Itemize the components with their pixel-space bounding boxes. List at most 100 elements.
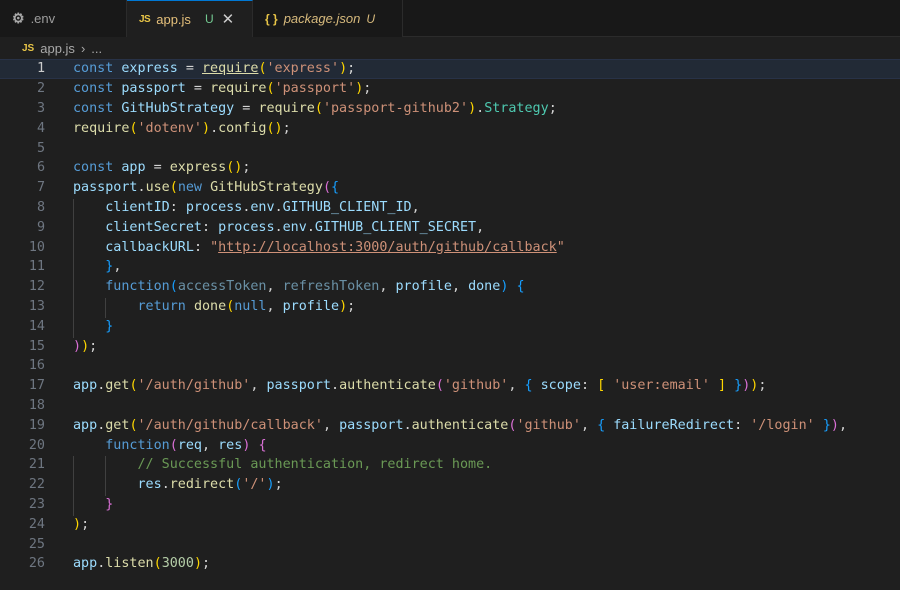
code-token: (	[129, 120, 138, 136]
json-icon: { }	[265, 11, 278, 26]
code-line[interactable]: 22 res.redirect('/');	[0, 475, 900, 495]
code-line[interactable]: 16	[0, 356, 900, 376]
code-token: {	[516, 279, 525, 295]
code-line[interactable]: 14 }	[0, 316, 900, 336]
line-number: 13	[28, 298, 45, 314]
code-token: GITHUB_CLIENT_SECRET	[314, 219, 477, 235]
code-text: ));	[73, 339, 97, 354]
line-number: 10	[28, 239, 45, 255]
code-token: {	[524, 378, 533, 394]
tab-package-json[interactable]: { } package.json U	[253, 0, 403, 37]
line-number: 9	[36, 219, 45, 235]
code-token: clientID	[105, 199, 170, 215]
code-line[interactable]: 23 }	[0, 495, 900, 515]
code-token: get	[105, 417, 130, 433]
code-line[interactable]: 18	[0, 396, 900, 416]
code-token: .	[137, 180, 146, 196]
breadcrumb-file[interactable]: app.js	[40, 41, 75, 56]
code-token: )	[266, 477, 275, 493]
code-line[interactable]: 15));	[0, 336, 900, 356]
code-line[interactable]: 8 clientID: process.env.GITHUB_CLIENT_ID…	[0, 198, 900, 218]
code-token: ;	[89, 338, 98, 354]
code-text: return done(null, profile);	[73, 298, 356, 314]
code-token: authenticate	[339, 378, 436, 394]
code-token: const	[73, 100, 114, 116]
code-line[interactable]: 2 const passport = require('passport');	[0, 79, 900, 99]
code-token: null	[234, 298, 267, 314]
code-text: clientID: process.env.GITHUB_CLIENT_ID,	[73, 199, 419, 215]
code-line[interactable]: 5	[0, 138, 900, 158]
code-token: ;	[758, 378, 767, 394]
code-token: )	[339, 298, 348, 314]
breadcrumb-more[interactable]: ...	[91, 41, 102, 56]
code-token: ;	[274, 477, 283, 493]
code-token: ,	[266, 298, 283, 314]
code-token: app	[73, 378, 98, 394]
code-text: );	[73, 517, 89, 532]
code-token: (	[169, 437, 178, 453]
code-editor[interactable]: 1 const express = require('express'); 2 con…	[0, 59, 900, 590]
code-token: :	[169, 199, 186, 215]
code-token: ;	[242, 160, 251, 176]
line-number: 19	[28, 417, 45, 433]
code-token: '/login'	[750, 417, 815, 433]
tab-label: package.json	[283, 11, 361, 26]
code-line[interactable]: 25	[0, 534, 900, 554]
code-token: Strategy	[484, 100, 549, 116]
line-number: 5	[36, 140, 45, 156]
code-text: passport.use(new GitHubStrategy({	[73, 180, 339, 195]
code-line[interactable]: 1 const express = require('express');	[0, 59, 900, 79]
code-line[interactable]: 6 const app = express();	[0, 158, 900, 178]
tab-label: app.js	[156, 11, 191, 27]
code-token: (	[153, 556, 162, 572]
code-line[interactable]: 12 function(accessToken, refreshToken, p…	[0, 277, 900, 297]
code-token: )	[193, 556, 202, 572]
code-line[interactable]: 3 const GitHubStrategy = require('passpor…	[0, 99, 900, 119]
code-token: config	[218, 120, 267, 136]
code-token: GITHUB_CLIENT_ID	[282, 199, 412, 215]
close-icon[interactable]: ✕	[222, 10, 235, 28]
code-line[interactable]: 11 },	[0, 257, 900, 277]
code-token: )	[73, 516, 82, 532]
code-line[interactable]: 26 app.listen(3000);	[0, 554, 900, 574]
tab-env[interactable]: ⚙ .env	[0, 0, 127, 37]
code-text: app. get('/auth/github/callback', passpor…	[73, 418, 847, 433]
code-line[interactable]: 13 return done(null, profile);	[0, 297, 900, 317]
line-number: 6	[36, 160, 45, 176]
code-line[interactable]: 4 require('dotenv').config();	[0, 118, 900, 138]
code-token: refreshToken	[282, 279, 380, 295]
code-token: failureRedirect	[613, 417, 735, 433]
code-line[interactable]: 9 clientSecret: process.env.GITHUB_CLIEN…	[0, 217, 900, 237]
code-text: const passport = require('passport');	[73, 81, 371, 96]
code-token: ,	[838, 417, 847, 433]
code-token: =	[177, 61, 202, 77]
code-token: express	[121, 61, 178, 77]
code-line[interactable]: 19 app. get('/auth/github/callback', passp…	[0, 415, 900, 435]
code-token: ,	[580, 417, 598, 433]
code-text: app.get('/auth/github', passport.authent…	[73, 378, 766, 393]
breadcrumb: JS app.js › ...	[0, 37, 900, 59]
code-text: function(req, res) {	[73, 437, 267, 453]
code-token: callbackURL	[105, 239, 194, 255]
code-token: .	[274, 199, 283, 215]
code-line[interactable]: 7 passport.use(new GitHubStrategy({	[0, 178, 900, 198]
line-number: 4	[36, 120, 45, 136]
code-token: :	[734, 417, 751, 433]
code-token: ;	[202, 556, 211, 572]
tab-app-js[interactable]: JS app.js U ✕	[127, 0, 253, 37]
code-line[interactable]: 24);	[0, 514, 900, 534]
code-token: :	[580, 378, 598, 394]
code-line[interactable]: 20 function(req, res) {	[0, 435, 900, 455]
code-line[interactable]: 10 callbackURL: "http://localhost:3000/a…	[0, 237, 900, 257]
code-line[interactable]: 17 app.get('/auth/github', passport.authe…	[0, 376, 900, 396]
code-token: [	[597, 378, 606, 394]
code-token: {	[258, 437, 267, 453]
code-line[interactable]: 21 // Successful authentication, redirec…	[0, 455, 900, 475]
code-token: const	[73, 61, 114, 77]
code-text: const app = express();	[73, 160, 250, 175]
